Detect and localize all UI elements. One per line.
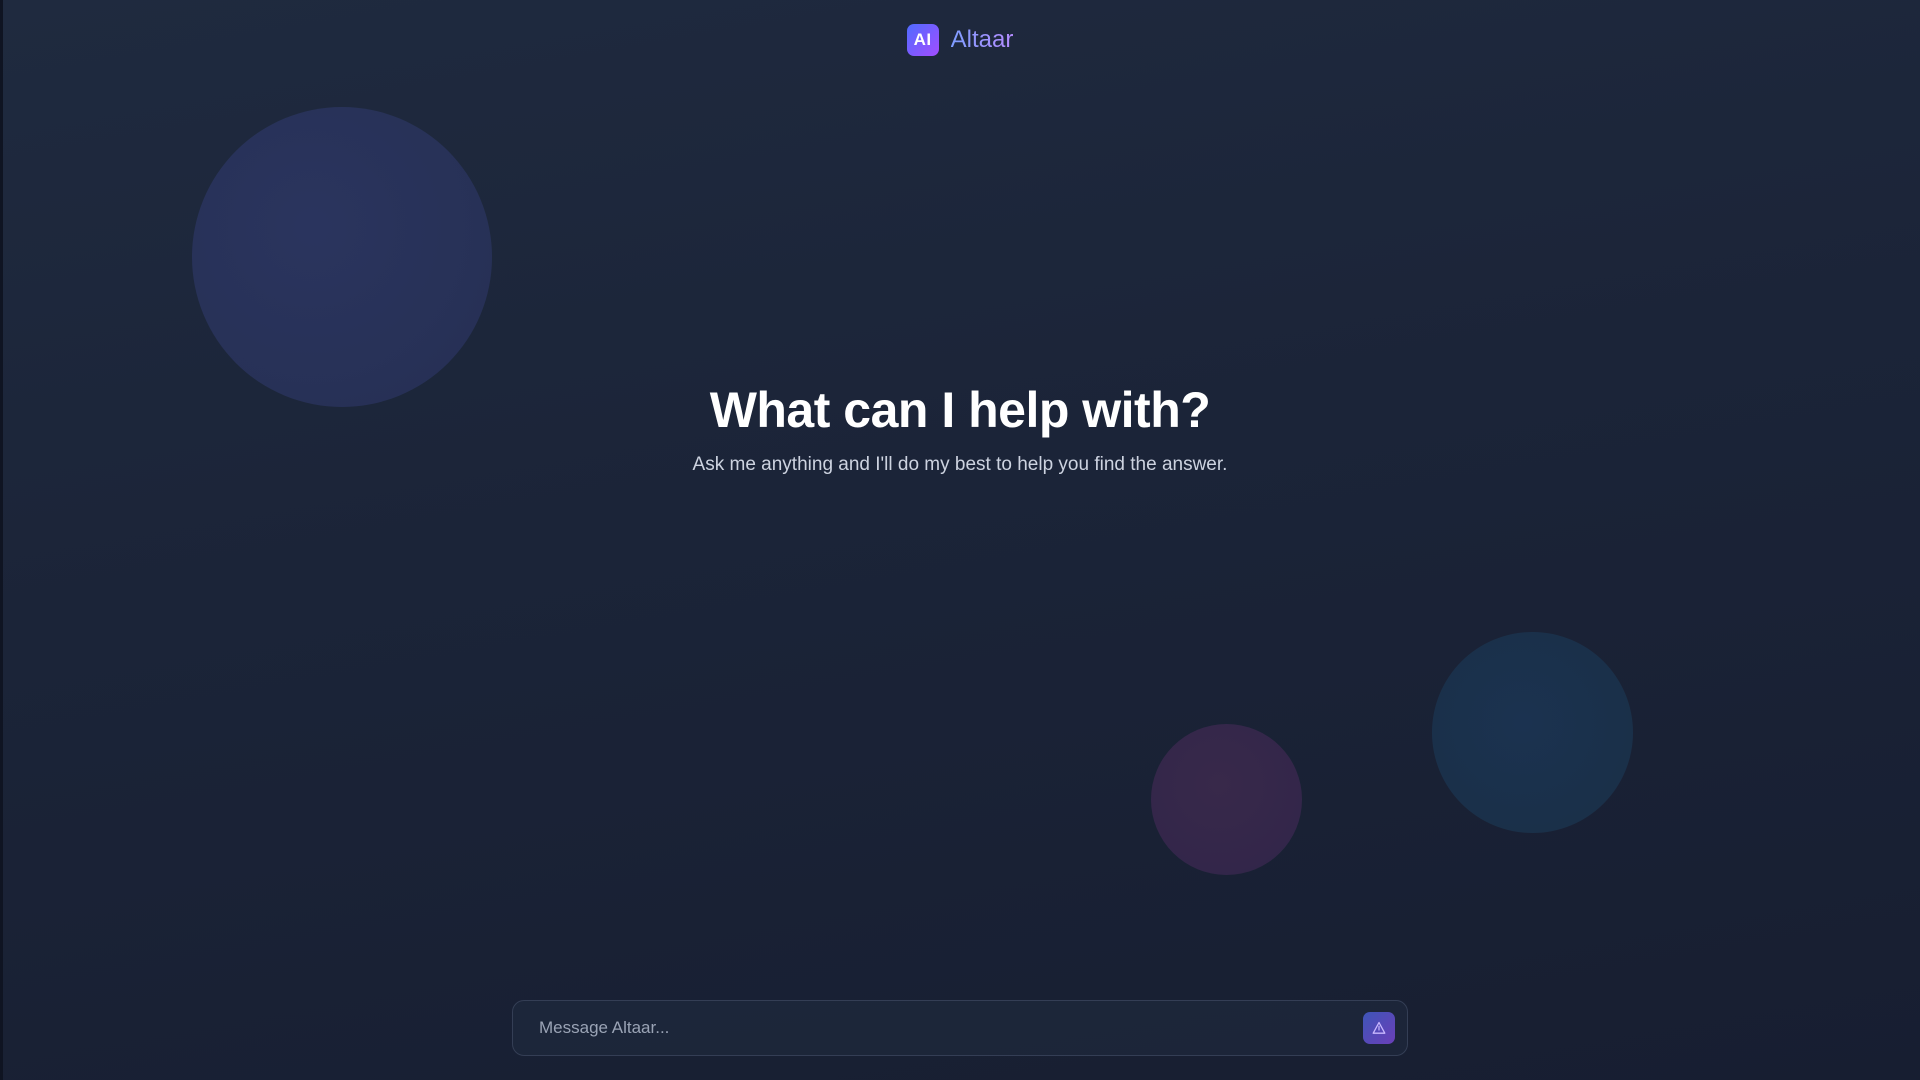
window-edge — [0, 0, 3, 1080]
hero-section: What can I help with? Ask me anything an… — [0, 380, 1920, 478]
decorative-bubble-large — [192, 107, 492, 407]
page-title: What can I help with? — [709, 382, 1211, 438]
decorative-bubble-purple — [1151, 724, 1302, 875]
send-triangle-icon — [1372, 1021, 1386, 1035]
brand-logo-icon[interactable]: AI — [906, 24, 939, 56]
message-composer — [512, 1000, 1408, 1056]
message-input[interactable] — [537, 1007, 1363, 1049]
brand-header: AI Altaar — [0, 24, 1920, 56]
brand-name[interactable]: Altaar — [951, 24, 1014, 56]
send-button[interactable] — [1363, 1012, 1395, 1044]
brand-logo-text: AI — [913, 30, 932, 49]
decorative-bubble-teal — [1432, 632, 1633, 833]
page-subtitle: Ask me anything and I'll do my best to h… — [692, 454, 1228, 475]
